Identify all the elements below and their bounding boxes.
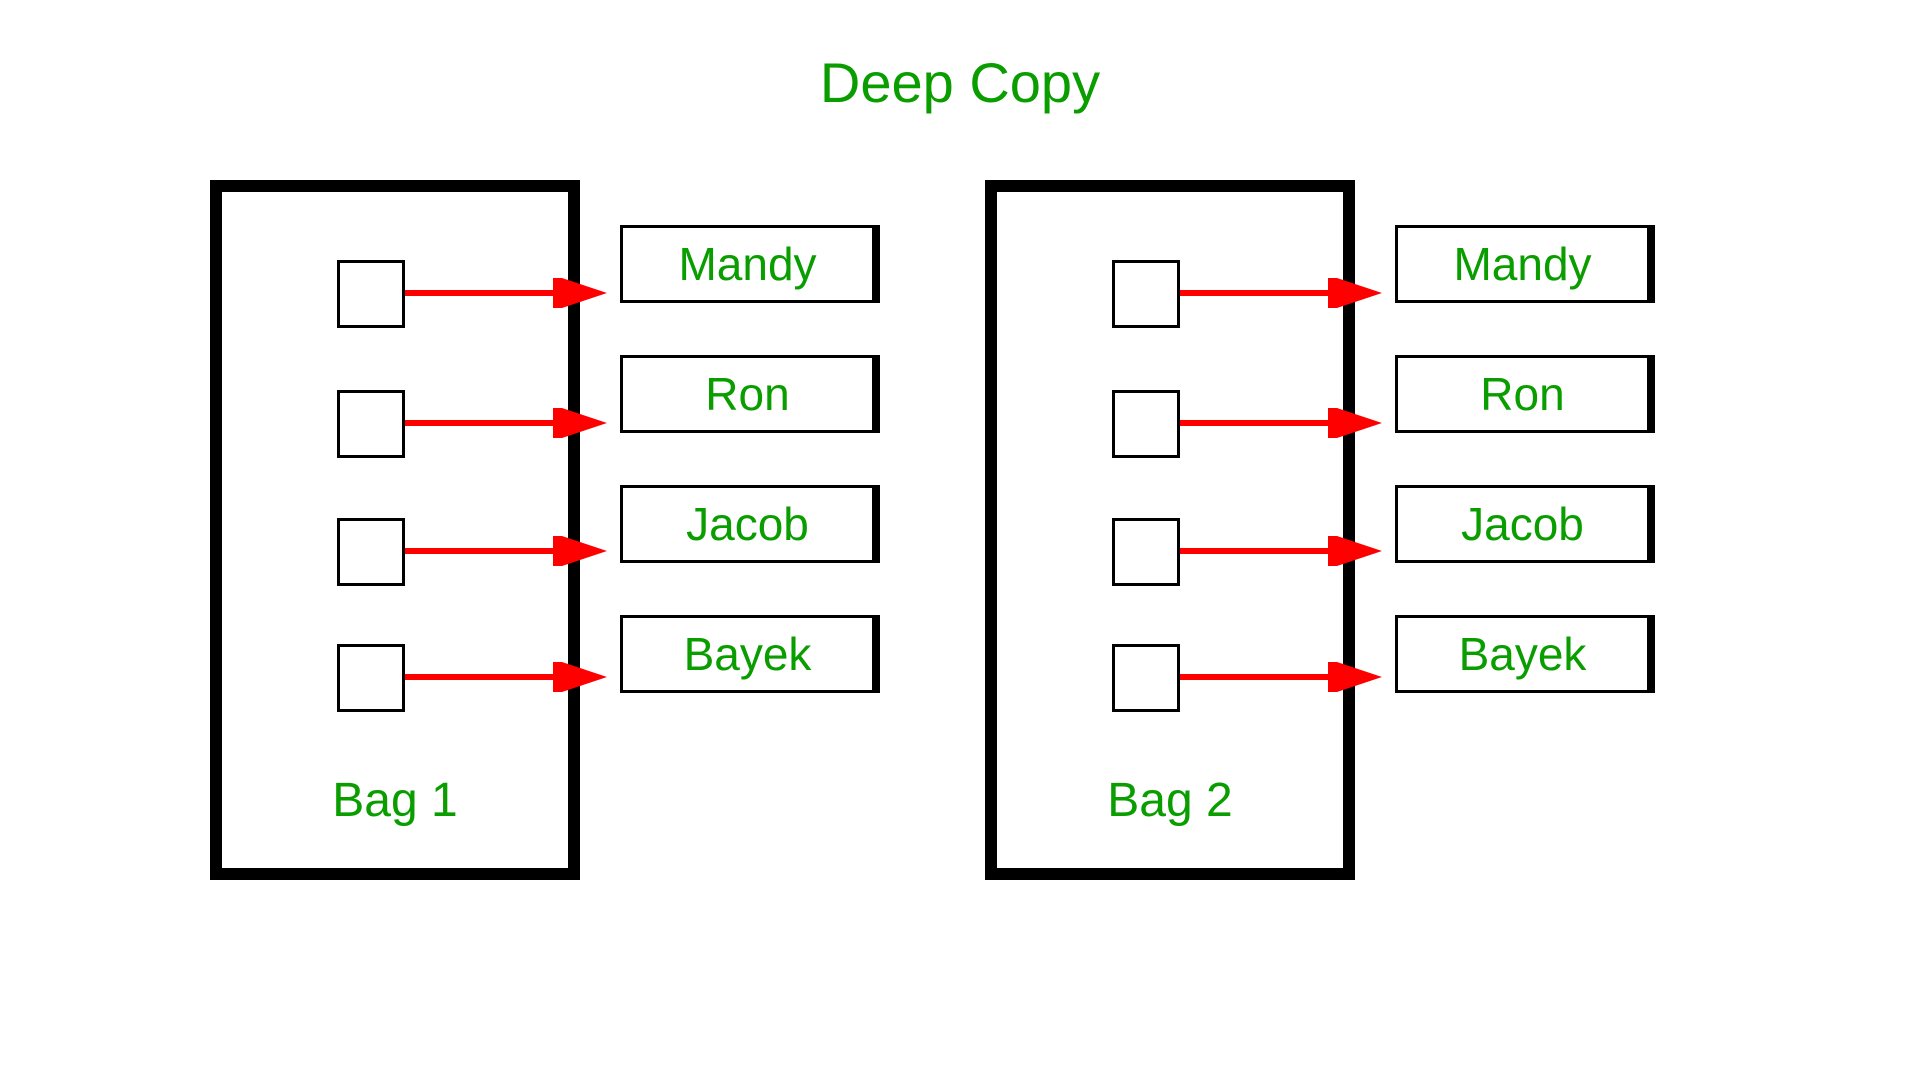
bag-1-slot-3 (337, 518, 405, 586)
bag-1-name-3: Jacob (620, 485, 880, 563)
bag-2-slot-2 (1112, 390, 1180, 458)
bag-1-arrow-2 (405, 408, 615, 438)
bag-1-name-2: Ron (620, 355, 880, 433)
bag-2-name-4: Bayek (1395, 615, 1655, 693)
diagram-title: Deep Copy (820, 50, 1100, 115)
bag-1-arrow-4 (405, 662, 615, 692)
bag-1-slot-2 (337, 390, 405, 458)
bag-2-label: Bag 2 (1107, 773, 1232, 828)
bag-2-slot-4 (1112, 644, 1180, 712)
bag-1-label: Bag 1 (332, 773, 457, 828)
bag-1-name-1: Mandy (620, 225, 880, 303)
bag-2-slot-3 (1112, 518, 1180, 586)
bag-1-slot-4 (337, 644, 405, 712)
bag-1-arrow-3 (405, 536, 615, 566)
bag-2-name-3: Jacob (1395, 485, 1655, 563)
bag-2-slot-1 (1112, 260, 1180, 328)
bag-2-arrow-2 (1180, 408, 1390, 438)
bag-2-arrow-1 (1180, 278, 1390, 308)
bag-2-name-2: Ron (1395, 355, 1655, 433)
bag-2-name-1: Mandy (1395, 225, 1655, 303)
bag-1-slot-1 (337, 260, 405, 328)
bag-2-arrow-3 (1180, 536, 1390, 566)
bag-2-arrow-4 (1180, 662, 1390, 692)
bag-1-arrow-1 (405, 278, 615, 308)
bag-1-name-4: Bayek (620, 615, 880, 693)
